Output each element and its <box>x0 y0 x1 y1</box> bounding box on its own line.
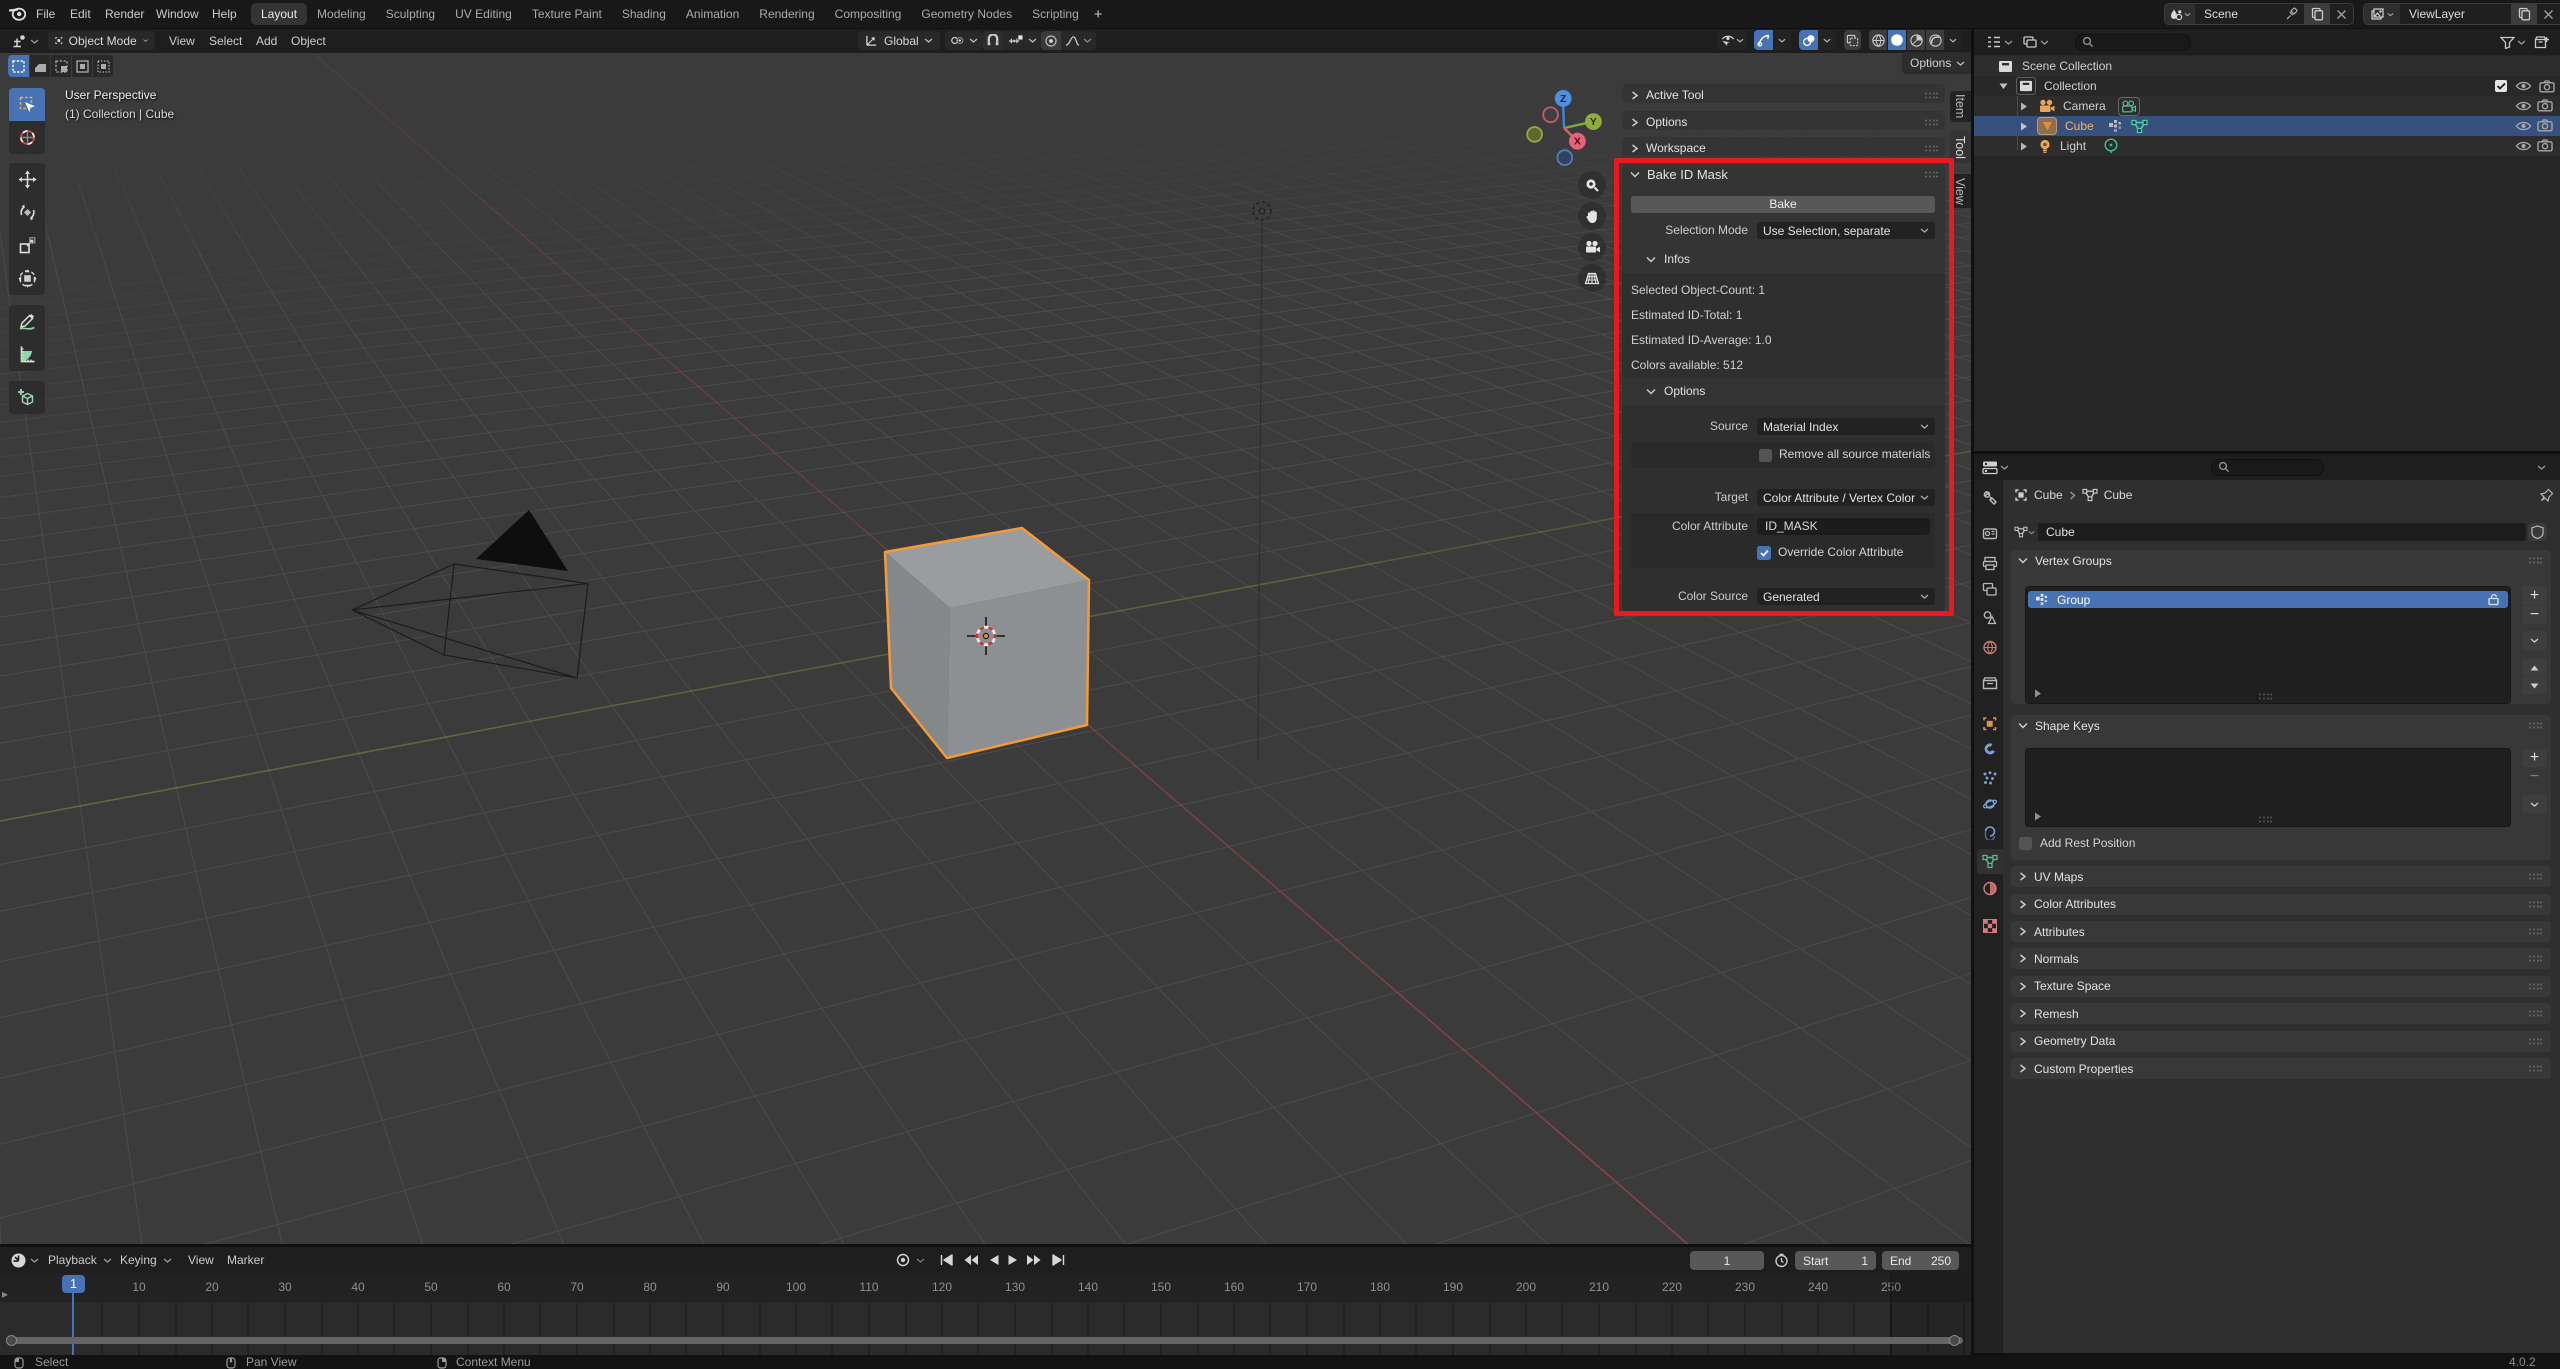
svg-text:X: X <box>1574 136 1581 148</box>
svg-text:Z: Z <box>1560 93 1567 105</box>
svg-text:Y: Y <box>1590 116 1597 128</box>
